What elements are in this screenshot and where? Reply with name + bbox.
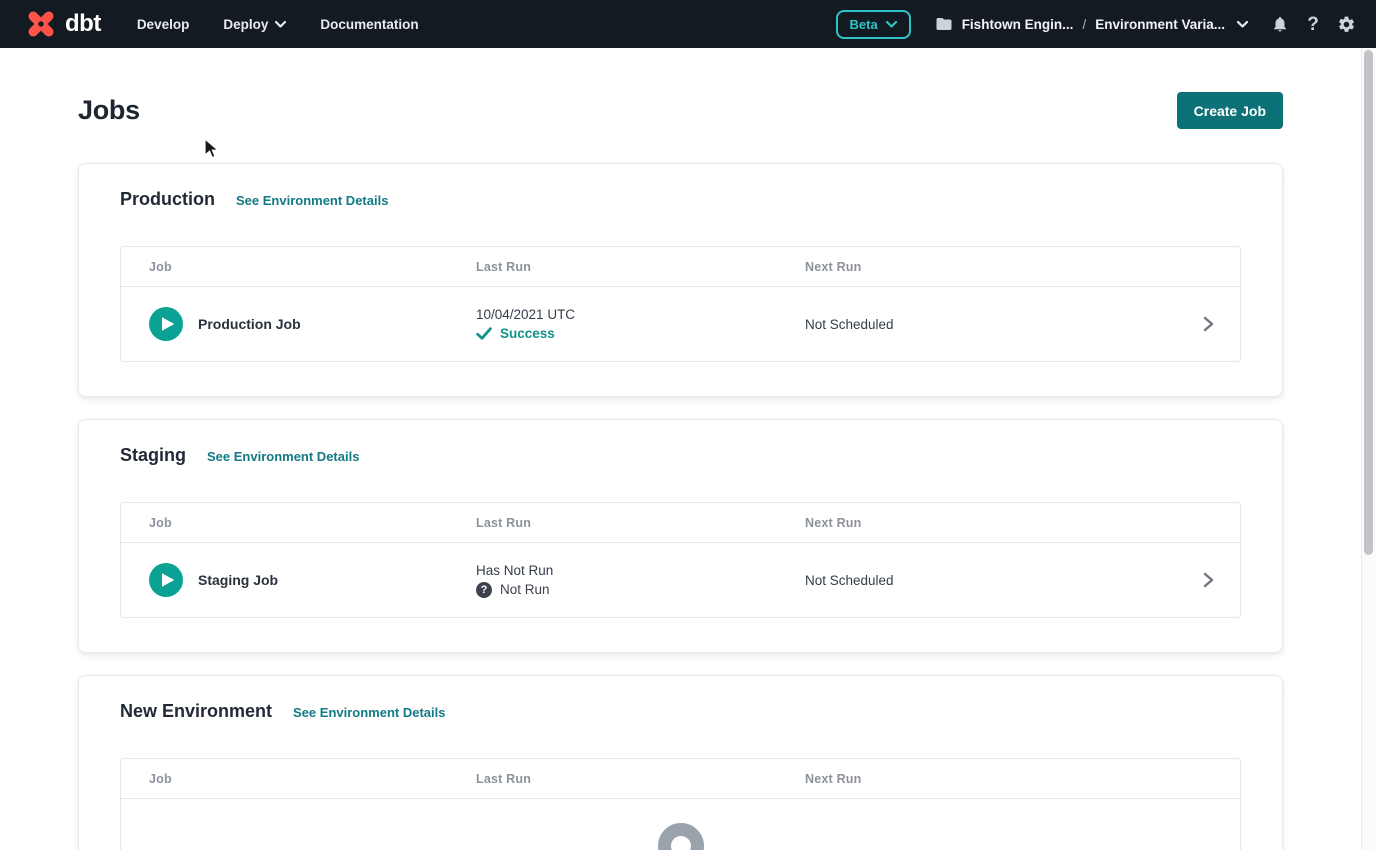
- column-header-last-run: Last Run: [476, 772, 805, 786]
- column-header-job: Job: [149, 516, 476, 530]
- environment-title: New Environment: [120, 701, 272, 722]
- scrollbar-thumb[interactable]: [1364, 50, 1373, 555]
- bell-icon[interactable]: [1270, 14, 1290, 34]
- top-navigation-bar: dbt Develop Deploy Documentation Beta Fi…: [0, 0, 1376, 48]
- status-badge: ? Not Run: [476, 582, 805, 598]
- create-job-button[interactable]: Create Job: [1177, 92, 1283, 129]
- breadcrumb-project[interactable]: Fishtown Engin...: [962, 17, 1074, 32]
- column-header-last-run: Last Run: [476, 516, 805, 530]
- status-label: Not Run: [500, 582, 550, 597]
- jobs-page: Jobs Create Job Production See Environme…: [78, 92, 1283, 850]
- topbar-right: Beta Fishtown Engin... / Environment Var…: [836, 10, 1357, 39]
- chevron-down-icon: [275, 21, 286, 28]
- page-title: Jobs: [78, 95, 140, 126]
- breadcrumb: Fishtown Engin... / Environment Varia...: [935, 15, 1248, 33]
- environment-title: Staging: [120, 445, 186, 466]
- chevron-right-icon[interactable]: [1201, 572, 1215, 588]
- column-header-next-run: Next Run: [805, 772, 1176, 786]
- jobs-table: Job Last Run Next Run Production Job 10/…: [120, 246, 1241, 362]
- column-header-last-run: Last Run: [476, 260, 805, 274]
- main-nav: Develop Deploy Documentation: [137, 17, 419, 32]
- table-header-row: Job Last Run Next Run: [121, 247, 1240, 287]
- status-badge: Success: [476, 326, 805, 341]
- column-header-job: Job: [149, 260, 476, 274]
- see-environment-details-link[interactable]: See Environment Details: [236, 193, 388, 208]
- chevron-right-icon[interactable]: [1201, 316, 1215, 332]
- breadcrumb-separator: /: [1082, 17, 1086, 32]
- column-header-next-run: Next Run: [805, 260, 1176, 274]
- table-header-row: Job Last Run Next Run: [121, 759, 1240, 799]
- column-header-next-run: Next Run: [805, 516, 1176, 530]
- see-environment-details-link[interactable]: See Environment Details: [207, 449, 359, 464]
- job-row-staging[interactable]: Staging Job Has Not Run ? Not Run Not Sc…: [121, 543, 1240, 617]
- question-circle-icon: ?: [476, 582, 492, 598]
- dbt-logo[interactable]: dbt: [24, 7, 101, 41]
- environment-card-staging: Staging See Environment Details Job Last…: [78, 419, 1283, 653]
- breadcrumb-page[interactable]: Environment Varia...: [1095, 17, 1225, 32]
- job-row-production[interactable]: Production Job 10/04/2021 UTC Success No…: [121, 287, 1240, 361]
- gear-icon[interactable]: [1336, 14, 1356, 34]
- last-run-date: 10/04/2021 UTC: [476, 307, 805, 322]
- last-run-date: Has Not Run: [476, 563, 805, 578]
- run-job-play-button[interactable]: [149, 307, 183, 341]
- environment-card-new-environment: New Environment See Environment Details …: [78, 675, 1283, 850]
- dbt-logo-text: dbt: [65, 10, 101, 38]
- column-header-job: Job: [149, 772, 476, 786]
- empty-state-icon: [658, 823, 704, 850]
- environment-title: Production: [120, 189, 215, 210]
- chevron-down-icon[interactable]: [1237, 21, 1248, 28]
- help-icon[interactable]: ?: [1303, 14, 1323, 34]
- next-run-value: Not Scheduled: [805, 317, 1176, 332]
- nav-item-documentation[interactable]: Documentation: [320, 17, 418, 32]
- see-environment-details-link[interactable]: See Environment Details: [293, 705, 445, 720]
- next-run-value: Not Scheduled: [805, 573, 1176, 588]
- jobs-table: Job Last Run Next Run Staging Job Has No…: [120, 502, 1241, 618]
- jobs-table: Job Last Run Next Run: [120, 758, 1241, 850]
- folder-icon: [935, 15, 953, 33]
- chevron-down-icon: [886, 21, 897, 28]
- page-header: Jobs Create Job: [78, 92, 1283, 129]
- environment-card-production: Production See Environment Details Job L…: [78, 163, 1283, 397]
- scrollbar-track[interactable]: [1361, 48, 1376, 850]
- job-name: Production Job: [198, 316, 301, 332]
- beta-dropdown-button[interactable]: Beta: [836, 10, 911, 39]
- run-job-play-button[interactable]: [149, 563, 183, 597]
- check-icon: [476, 327, 492, 340]
- nav-item-develop[interactable]: Develop: [137, 17, 190, 32]
- table-header-row: Job Last Run Next Run: [121, 503, 1240, 543]
- topbar-icons: ?: [1270, 14, 1356, 34]
- job-name: Staging Job: [198, 572, 278, 588]
- status-label: Success: [500, 326, 555, 341]
- empty-jobs-state: [121, 799, 1240, 850]
- dbt-logo-icon: [24, 7, 58, 41]
- nav-item-deploy[interactable]: Deploy: [223, 17, 286, 32]
